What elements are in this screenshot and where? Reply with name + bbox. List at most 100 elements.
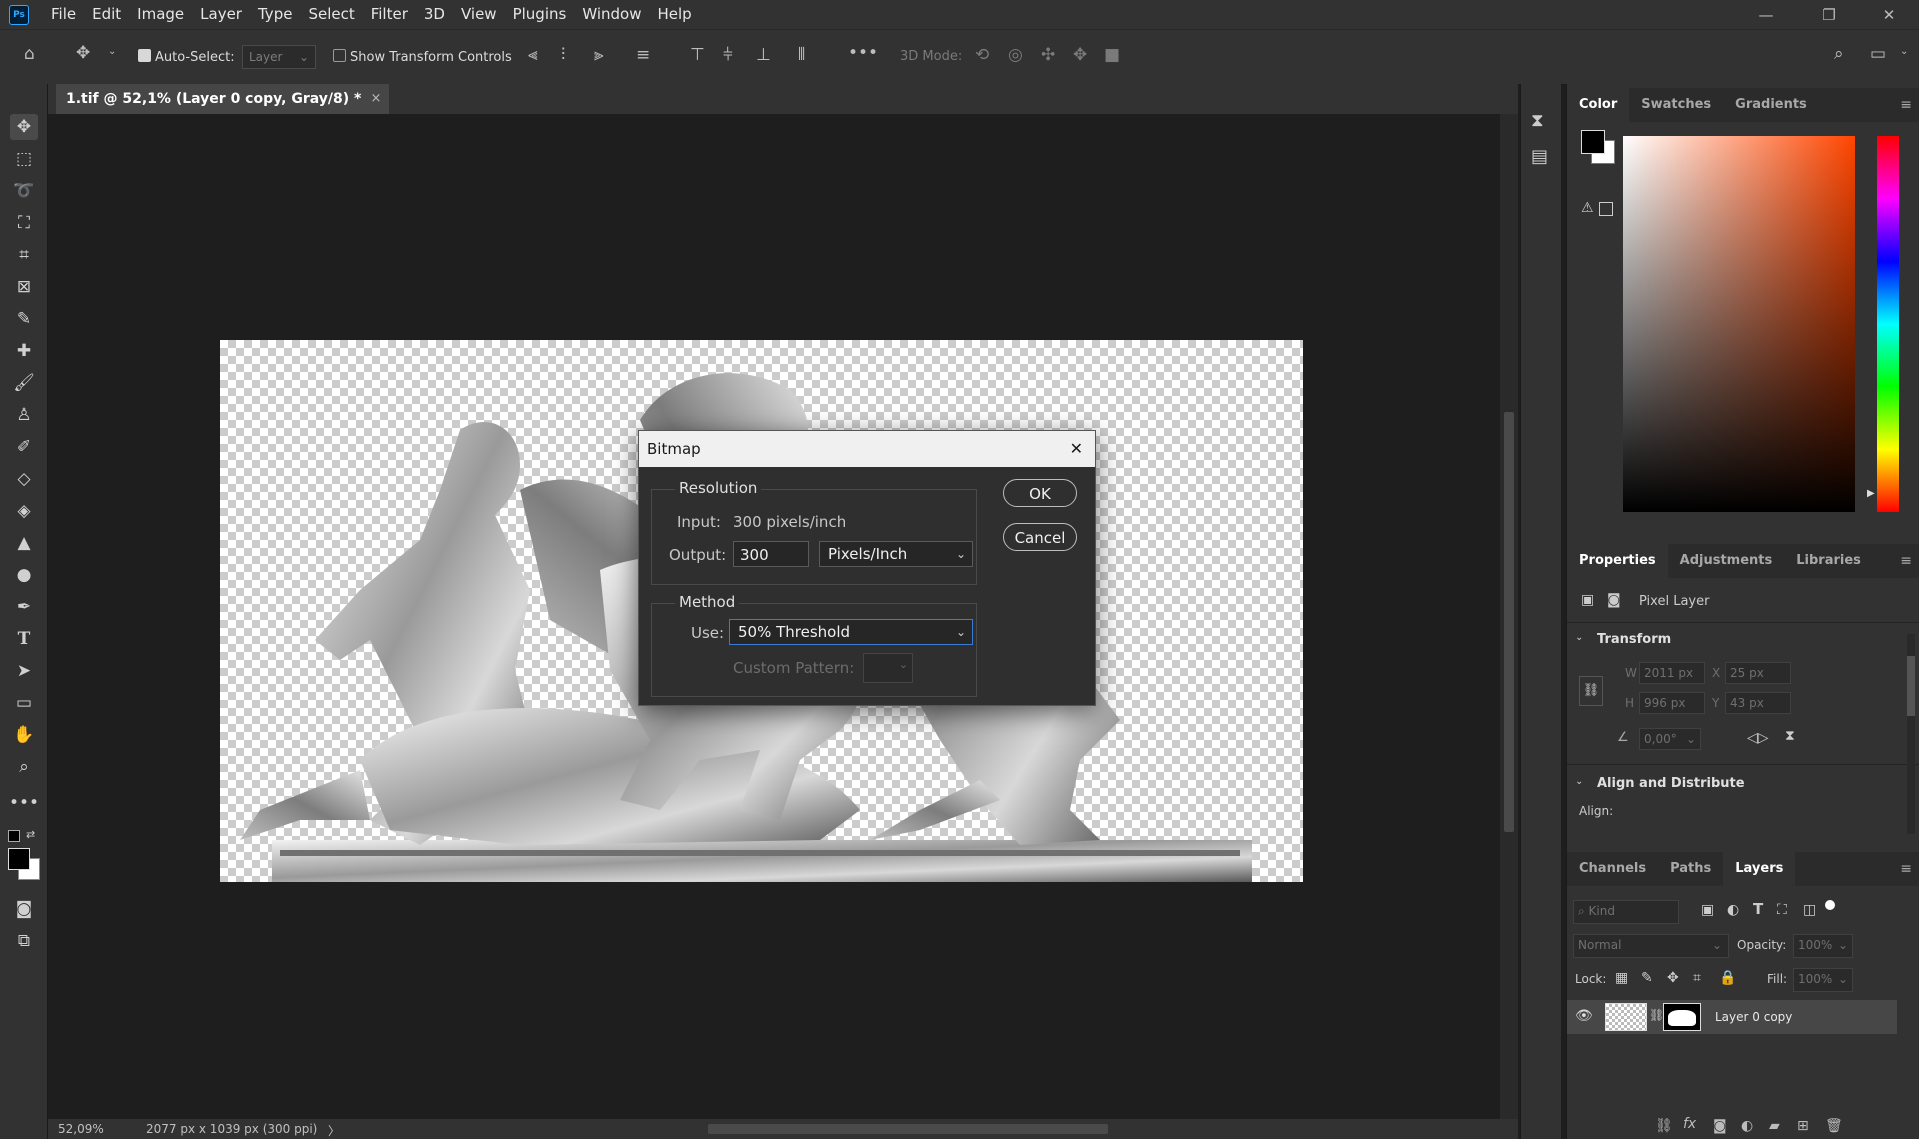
scrollbar-thumb[interactable] xyxy=(1907,656,1915,716)
brush-tool-icon[interactable]: 🖌 xyxy=(10,370,38,396)
scrollbar-thumb[interactable] xyxy=(1504,412,1514,832)
output-resolution-input[interactable]: 300 xyxy=(733,541,809,567)
lock-position-icon[interactable]: ✥ xyxy=(1667,970,1679,986)
web-safe-icon[interactable] xyxy=(1599,202,1613,216)
align-right-icon[interactable]: ⫸ xyxy=(594,45,604,65)
menu-3d[interactable]: 3D xyxy=(416,0,453,29)
minimize-button[interactable]: — xyxy=(1743,0,1789,29)
align-middle-icon[interactable]: ⫩ xyxy=(723,45,733,65)
foreground-color-swatch[interactable] xyxy=(8,848,30,870)
delete-layer-icon[interactable]: 🗑 xyxy=(1825,1118,1843,1134)
crop-tool-icon[interactable]: ⌗ xyxy=(10,242,38,268)
dodge-tool-icon[interactable]: ● xyxy=(10,562,38,588)
3d-camera-icon[interactable]: ■ xyxy=(1104,45,1120,65)
pen-tool-icon[interactable]: ✒ xyxy=(10,594,38,620)
width-field[interactable]: 2011 px xyxy=(1639,662,1705,684)
menu-select[interactable]: Select xyxy=(300,0,362,29)
close-icon[interactable]: ✕ xyxy=(1070,431,1083,467)
align-top-icon[interactable]: ⊤ xyxy=(690,45,705,65)
move-tool-icon[interactable]: ✥ xyxy=(76,43,90,63)
quick-mask-icon[interactable]: ◙ xyxy=(10,896,38,922)
menu-type[interactable]: Type xyxy=(250,0,300,29)
tab-channels[interactable]: Channels xyxy=(1567,852,1658,886)
align-left-icon[interactable]: ⫷ xyxy=(528,45,538,65)
comments-panel-icon[interactable]: ▤ xyxy=(1531,146,1548,167)
horizontal-scrollbar-thumb[interactable] xyxy=(708,1124,1108,1134)
rectangle-tool-icon[interactable]: ▭ xyxy=(10,690,38,716)
filter-type-icon[interactable]: T xyxy=(1753,900,1763,918)
document-tab[interactable]: 1.tif @ 52,1% (Layer 0 copy, Gray/8) * × xyxy=(56,84,390,114)
menu-view[interactable]: View xyxy=(453,0,505,29)
layer-mask-thumbnail[interactable] xyxy=(1663,1003,1701,1031)
tab-properties[interactable]: Properties xyxy=(1567,544,1668,578)
zoom-tool-icon[interactable]: ⌕ xyxy=(10,754,38,780)
color-field[interactable] xyxy=(1623,136,1855,512)
menu-plugins[interactable]: Plugins xyxy=(505,0,575,29)
more-tools-icon[interactable]: ••• xyxy=(9,790,39,816)
auto-select-checkbox[interactable]: Auto-Select: xyxy=(138,49,235,65)
blur-tool-icon[interactable]: ▲ xyxy=(10,530,38,556)
menu-window[interactable]: Window xyxy=(574,0,649,29)
menu-image[interactable]: Image xyxy=(129,0,192,29)
swap-colors-icon[interactable]: ⇄ xyxy=(26,828,35,841)
tab-layers[interactable]: Layers xyxy=(1723,852,1796,886)
tab-color[interactable]: Color xyxy=(1567,88,1630,122)
lock-artboard-icon[interactable]: ⌗ xyxy=(1693,970,1701,986)
method-dropdown[interactable]: 50% Threshold ⌄ xyxy=(729,619,973,645)
filter-toggle-icon[interactable] xyxy=(1825,900,1835,910)
eye-visibility-icon[interactable]: 👁 xyxy=(1575,1008,1593,1024)
warning-icon[interactable]: ⚠ xyxy=(1581,200,1594,216)
new-layer-icon[interactable]: ⊞ xyxy=(1797,1118,1809,1134)
fx-icon[interactable]: fx xyxy=(1683,1116,1696,1132)
chevron-down-icon[interactable]: ⌄ xyxy=(1575,776,1583,787)
flip-vertical-icon[interactable]: ⧗ xyxy=(1785,728,1795,744)
3d-roll-icon[interactable]: ◎ xyxy=(1008,45,1023,65)
lock-all-icon[interactable]: 🔒 xyxy=(1719,970,1736,986)
hue-slider[interactable] xyxy=(1877,136,1899,512)
frame-tool-icon[interactable]: ⊠ xyxy=(10,274,38,300)
foreground-color-swatch[interactable] xyxy=(1581,130,1605,154)
close-window-button[interactable]: ✕ xyxy=(1866,0,1912,29)
ok-button[interactable]: OK xyxy=(1003,479,1077,507)
zoom-level[interactable]: 52,09% xyxy=(58,1122,104,1136)
new-group-icon[interactable]: ▰ xyxy=(1769,1118,1780,1134)
restore-button[interactable]: ❐ xyxy=(1806,0,1852,29)
3d-pan-icon[interactable]: ✣ xyxy=(1041,45,1055,65)
3d-orbit-icon[interactable]: ⟲ xyxy=(975,45,989,65)
chevron-down-icon[interactable]: ⌄ xyxy=(1900,46,1908,57)
filter-shape-icon[interactable]: ⛶ xyxy=(1777,902,1787,918)
properties-scrollbar[interactable] xyxy=(1907,634,1915,834)
layer-filter-dropdown[interactable]: ⌕ Kind xyxy=(1573,900,1679,924)
hue-slider-handle-icon[interactable]: ▶ xyxy=(1867,488,1875,499)
add-mask-icon[interactable]: ◙ xyxy=(1713,1118,1727,1134)
paint-bucket-icon[interactable]: ◈ xyxy=(10,498,38,524)
auto-select-dropdown[interactable]: Layer ⌄ xyxy=(242,45,316,69)
screen-mode-icon[interactable]: ⧉ xyxy=(10,928,38,954)
tab-adjustments[interactable]: Adjustments xyxy=(1668,544,1785,578)
flip-horizontal-icon[interactable]: ◁▷ xyxy=(1747,730,1769,746)
path-select-icon[interactable]: ➤ xyxy=(10,658,38,684)
status-menu-arrow[interactable]: 〉 xyxy=(328,1122,340,1139)
stamp-tool-icon[interactable]: ♙ xyxy=(10,402,38,428)
x-field[interactable]: 25 px xyxy=(1725,662,1791,684)
menu-edit[interactable]: Edit xyxy=(84,0,129,29)
eyedropper-tool-icon[interactable]: ✎ xyxy=(10,306,38,332)
vertical-scrollbar[interactable] xyxy=(1500,114,1518,1119)
filter-smart-object-icon[interactable]: ◫ xyxy=(1803,902,1816,918)
close-tab-icon[interactable]: × xyxy=(370,84,381,114)
menu-help[interactable]: Help xyxy=(649,0,699,29)
link-proportions-icon[interactable]: ⛓ xyxy=(1579,676,1603,706)
panel-menu-icon[interactable]: ≡ xyxy=(1900,861,1912,877)
menu-filter[interactable]: Filter xyxy=(363,0,416,29)
default-colors-icon[interactable] xyxy=(8,830,20,842)
filter-adjustment-icon[interactable]: ◐ xyxy=(1727,902,1739,918)
distribute-icon[interactable]: ≡ xyxy=(636,45,650,65)
search-icon[interactable]: ⌕ xyxy=(1834,44,1844,64)
height-field[interactable]: 996 px xyxy=(1639,692,1705,714)
move-tool-icon[interactable]: ✥ xyxy=(10,114,38,140)
lock-transparent-icon[interactable]: ▦ xyxy=(1615,970,1628,986)
hand-tool-icon[interactable]: ✋ xyxy=(10,722,38,748)
tab-gradients[interactable]: Gradients xyxy=(1723,88,1819,122)
output-unit-dropdown[interactable]: Pixels/Inch ⌄ xyxy=(819,541,973,567)
tab-swatches[interactable]: Swatches xyxy=(1629,88,1723,122)
